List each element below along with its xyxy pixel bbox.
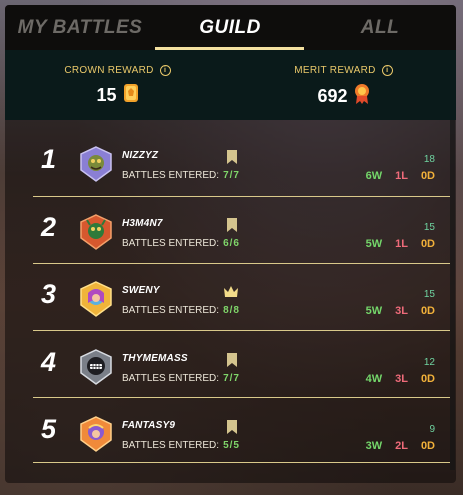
draws: 0D xyxy=(420,170,435,182)
battles-entered-count: 6/6 xyxy=(223,238,240,249)
battles-entered-label: BATTLES ENTERED: xyxy=(122,305,220,316)
win-loss-draw: 5W 3L 0D xyxy=(366,305,435,317)
tab-bar: MY BATTLES GUILD ALL xyxy=(5,5,456,50)
draws: 0D xyxy=(420,238,435,250)
player-score: 18 xyxy=(423,154,435,165)
draws: 0D xyxy=(420,440,435,452)
bookmark-icon xyxy=(226,150,238,164)
rewards-bar: CROWN REWARD i 15 MERIT REWARD i 692 xyxy=(5,50,456,120)
info-icon[interactable]: i xyxy=(381,65,393,76)
bookmark-icon xyxy=(226,218,238,232)
info-icon[interactable]: i xyxy=(159,65,171,76)
player-score: 12 xyxy=(423,357,435,368)
losses: 1L xyxy=(395,238,408,250)
wins: 5W xyxy=(365,305,383,317)
battles-entered-count: 5/5 xyxy=(223,440,240,451)
battles-entered-count: 7/7 xyxy=(223,170,240,181)
win-loss-draw: 3W 2L 0D xyxy=(366,440,435,452)
draws: 0D xyxy=(420,373,435,385)
win-loss-draw: 5W 1L 0D xyxy=(366,238,435,250)
player-name: THYMEMASS xyxy=(122,353,188,364)
crown-reward: CROWN REWARD i 15 xyxy=(5,50,230,120)
wins: 5W xyxy=(365,238,383,250)
divider xyxy=(33,397,450,398)
wins: 4W xyxy=(365,373,383,385)
player-name: NIZZYZ xyxy=(122,150,159,161)
avatar xyxy=(78,214,114,250)
list-item[interactable]: 4 THYMEMASS BATTLES ENTERED: 7/7 12 4W 3L… xyxy=(5,332,456,399)
crown-reward-value: 15 xyxy=(96,85,117,105)
losses: 2L xyxy=(395,440,408,452)
losses: 1L xyxy=(395,170,408,182)
divider xyxy=(33,462,450,463)
crown-reward-icon xyxy=(123,83,139,108)
player-name: FANTASY9 xyxy=(122,420,176,431)
player-name: SWENY xyxy=(122,285,160,296)
scrollbar[interactable] xyxy=(450,120,455,470)
divider xyxy=(33,330,450,331)
battles-entered-count: 8/8 xyxy=(223,305,240,316)
list-item[interactable]: 2 H3M4N7 BATTLES ENTERED: 6/6 15 5W 1L 0D xyxy=(5,197,456,264)
tab-guild[interactable]: GUILD xyxy=(155,5,305,50)
crown-icon xyxy=(223,285,239,299)
win-loss-draw: 6W 1L 0D xyxy=(366,170,435,182)
rank-number: 4 xyxy=(41,347,57,377)
tab-my-battles[interactable]: MY BATTLES xyxy=(5,5,155,50)
player-score: 15 xyxy=(423,222,435,233)
losses: 3L xyxy=(395,373,408,385)
player-score: 9 xyxy=(429,424,435,435)
avatar xyxy=(78,416,114,452)
wins: 3W xyxy=(365,440,383,452)
bookmark-icon xyxy=(226,420,238,434)
bookmark-icon xyxy=(226,353,238,367)
win-loss-draw: 4W 3L 0D xyxy=(366,373,435,385)
tab-all[interactable]: ALL xyxy=(305,5,455,50)
merit-medal-icon xyxy=(354,83,370,110)
list-item[interactable]: 5 FANTASY9 BATTLES ENTERED: 5/5 9 3W 2L 0… xyxy=(5,399,456,466)
merit-reward: MERIT REWARD i 692 xyxy=(231,50,456,120)
player-name: H3M4N7 xyxy=(122,218,163,229)
battles-entered-label: BATTLES ENTERED: xyxy=(122,373,220,384)
wins: 6W xyxy=(365,170,383,182)
crown-reward-label: CROWN REWARD xyxy=(64,65,154,76)
battle-panel: MY BATTLES GUILD ALL CROWN REWARD i 15 M… xyxy=(5,5,456,483)
losses: 3L xyxy=(395,305,408,317)
battles-entered-label: BATTLES ENTERED: xyxy=(122,238,220,249)
battles-entered-label: BATTLES ENTERED: xyxy=(122,170,220,181)
draws: 0D xyxy=(420,305,435,317)
avatar xyxy=(78,281,114,317)
avatar xyxy=(78,146,114,182)
merit-reward-value: 692 xyxy=(317,86,348,106)
rank-number: 2 xyxy=(41,212,57,242)
list-item[interactable]: 1 NIZZYZ BATTLES ENTERED: 7/7 18 6W 1L 0D xyxy=(5,129,456,196)
rank-number: 5 xyxy=(41,414,57,444)
rank-number: 3 xyxy=(41,279,57,309)
rank-number: 1 xyxy=(41,144,57,174)
player-score: 15 xyxy=(423,289,435,300)
list-item[interactable]: 3 SWENY BATTLES ENTERED: 8/8 15 5W 3L 0D xyxy=(5,264,456,331)
avatar xyxy=(78,349,114,385)
merit-reward-label: MERIT REWARD xyxy=(294,65,376,76)
battles-entered-label: BATTLES ENTERED: xyxy=(122,440,220,451)
guild-ranking-list: 1 NIZZYZ BATTLES ENTERED: 7/7 18 6W 1L 0D xyxy=(5,120,456,483)
battles-entered-count: 7/7 xyxy=(223,373,240,384)
